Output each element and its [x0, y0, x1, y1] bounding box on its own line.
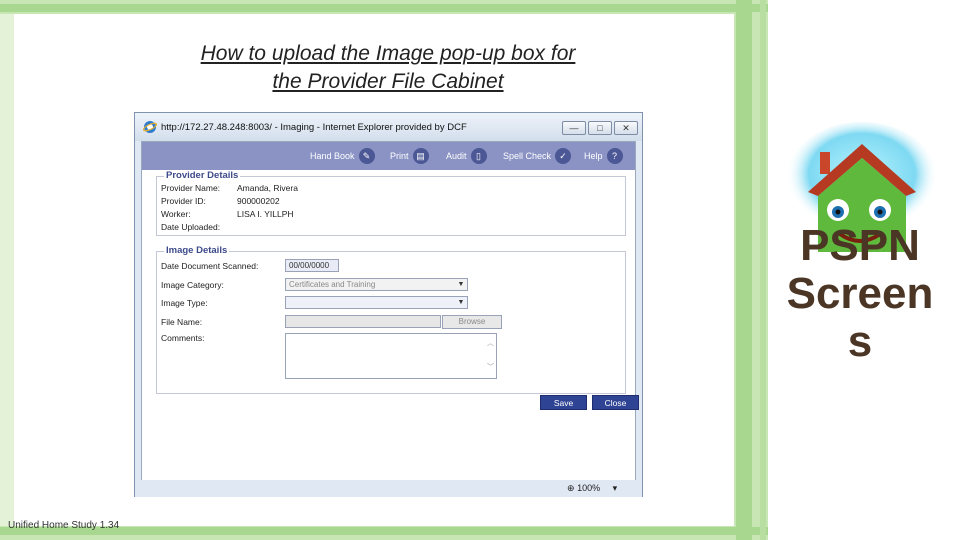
date-scanned-input[interactable]: 00/00/0000 — [285, 259, 339, 272]
window-titlebar[interactable]: http://172.27.48.248:8003/ - Imaging - I… — [135, 113, 642, 141]
logo-text-line-3: s — [847, 317, 873, 366]
zoom-dropdown-icon[interactable]: ▾ — [613, 483, 618, 493]
slide-title-line-2: the Provider File Cabinet — [272, 70, 504, 93]
imaging-form: Provider Details Provider Name: Amanda, … — [142, 170, 639, 480]
browse-button[interactable]: Browse — [442, 315, 502, 329]
date-scanned-label: Date Document Scanned: — [161, 261, 259, 271]
handbook-button[interactable]: Hand Book ✎ — [310, 142, 375, 170]
printer-icon: ▤ — [412, 148, 429, 164]
help-button[interactable]: Help ? — [584, 142, 623, 170]
internet-explorer-icon — [143, 121, 157, 133]
frame-band-right-2 — [760, 0, 766, 540]
help-icon: ? — [606, 148, 623, 164]
chevron-down-icon: ▼ — [457, 281, 465, 288]
frame-band-right — [736, 0, 752, 540]
worker-value: LISA I. YILLPH — [237, 209, 294, 219]
spellcheck-icon: ✓ — [555, 148, 572, 164]
help-label: Help — [584, 151, 603, 161]
audit-button[interactable]: Audit ▯ — [446, 142, 487, 170]
zoom-control[interactable]: ⊕ 100% ▾ — [567, 483, 617, 494]
close-button[interactable]: Close — [592, 395, 639, 410]
file-name-label: File Name: — [161, 317, 203, 327]
save-button[interactable]: Save — [540, 395, 587, 410]
provider-name-label: Provider Name: — [161, 183, 221, 193]
window-title: http://172.27.48.248:8003/ - Imaging - I… — [161, 122, 467, 133]
frame-band-top — [0, 4, 768, 12]
minimize-button[interactable]: — — [562, 121, 586, 135]
provider-details-legend: Provider Details — [164, 170, 241, 181]
window-close-button[interactable]: ✕ — [614, 121, 638, 135]
document-icon: ▯ — [470, 148, 487, 164]
worker-label: Worker: — [161, 209, 191, 219]
spellcheck-button[interactable]: Spell Check ✓ — [503, 142, 572, 170]
print-button[interactable]: Print ▤ — [390, 142, 429, 170]
chevron-down-icon: ▼ — [457, 299, 465, 306]
page-content: Hand Book ✎ Print ▤ Audit ▯ Spell Check … — [141, 141, 639, 480]
audit-label: Audit — [446, 151, 467, 161]
imaging-toolbar: Hand Book ✎ Print ▤ Audit ▯ Spell Check … — [142, 142, 635, 170]
provider-id-value: 900000202 — [237, 196, 280, 206]
image-category-value: Certificates and Training — [289, 280, 376, 289]
image-category-select[interactable]: Certificates and Training ▼ — [285, 278, 468, 291]
spellcheck-label: Spell Check — [503, 151, 552, 161]
logo-text: PSPN Screen s — [770, 222, 950, 366]
slide-footer: Unified Home Study 1.34 — [8, 520, 120, 531]
comments-label: Comments: — [161, 333, 205, 343]
scroll-up-icon[interactable]: ︿ — [487, 338, 494, 348]
logo-text-line-2: Screen — [786, 269, 934, 318]
frame-left-strip — [0, 14, 14, 526]
provider-details-section — [156, 176, 626, 236]
zoom-level: 100% — [577, 483, 601, 493]
provider-id-label: Provider ID: — [161, 196, 206, 206]
image-type-select[interactable]: ▼ — [285, 296, 468, 309]
logo-text-line-1: PSPN — [800, 221, 920, 270]
image-type-label: Image Type: — [161, 298, 208, 308]
file-name-input[interactable] — [285, 315, 441, 328]
scroll-down-icon[interactable]: ﹀ — [487, 362, 494, 372]
status-bar: ⊕ 100% ▾ — [135, 480, 642, 497]
provider-name-value: Amanda, Rivera — [237, 183, 298, 193]
handbook-label: Hand Book — [310, 151, 355, 161]
imaging-popup-window: http://172.27.48.248:8003/ - Imaging - I… — [134, 112, 643, 497]
pencil-icon: ✎ — [358, 148, 375, 164]
date-uploaded-label: Date Uploaded: — [161, 222, 221, 232]
image-category-label: Image Category: — [161, 280, 224, 290]
image-details-legend: Image Details — [164, 245, 230, 256]
zoom-icon: ⊕ — [567, 483, 575, 493]
slide-title-line-1: How to upload the Image pop-up box for — [200, 42, 576, 65]
print-label: Print — [390, 151, 409, 161]
slide-title: How to upload the Image pop-up box for t… — [120, 40, 656, 96]
comments-textarea[interactable]: ︿ ﹀ — [285, 333, 497, 379]
maximize-button[interactable]: □ — [588, 121, 612, 135]
